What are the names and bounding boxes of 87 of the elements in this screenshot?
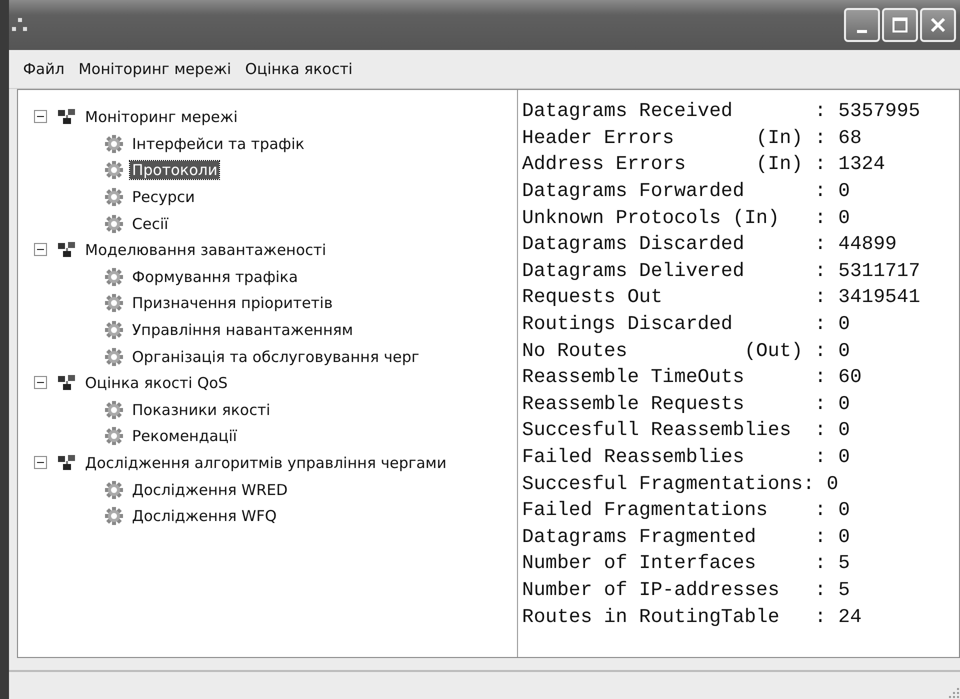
tree-item[interactable]: Дослідження WRED	[130, 480, 290, 499]
gear-icon	[104, 187, 124, 208]
stat-label: Address Errors (In) :	[522, 153, 826, 176]
stat-value: 5357995	[838, 100, 920, 122]
collapse-icon[interactable]	[34, 456, 47, 469]
gear-icon	[104, 480, 124, 500]
network-icon	[57, 241, 77, 260]
tree-item[interactable]: Дослідження алгоритмів управління чергами	[83, 454, 449, 472]
network-icon	[11, 18, 29, 32]
menu-item[interactable]: Оцінка якості	[245, 60, 353, 78]
tree-item[interactable]: Ресурси	[130, 188, 197, 206]
stat-value: 5	[838, 578, 850, 601]
stat-label: Reassemble TimeOuts :	[522, 366, 826, 388]
maximize-button[interactable]	[882, 8, 918, 42]
tree-item[interactable]: Сесії	[130, 214, 170, 233]
stat-label: Datagrams Fragmented :	[522, 526, 826, 548]
stat-value: 1324	[838, 153, 886, 176]
stat-label: Datagrams Forwarded :	[522, 180, 826, 202]
collapse-icon[interactable]	[34, 242, 47, 256]
tree-item[interactable]: Показники якості	[130, 400, 272, 419]
gear-icon	[104, 506, 124, 526]
stat-value: 0	[838, 392, 850, 415]
network-icon	[57, 454, 77, 472]
network-icon	[57, 108, 77, 126]
stat-label: Routes in RoutingTable :	[522, 606, 826, 628]
stat-label: Succesful Fragmentations:	[522, 472, 815, 495]
stat-label: Routings Discarded :	[522, 313, 826, 336]
collapse-icon[interactable]	[34, 110, 47, 123]
minimize-button[interactable]	[844, 8, 880, 42]
stat-label: Unknown Protocols (In) :	[522, 206, 826, 229]
gear-icon	[104, 266, 124, 287]
tree-item[interactable]: Моделювання завантаженості	[83, 241, 328, 260]
collapse-icon[interactable]	[34, 376, 47, 389]
stat-value: 0	[838, 419, 850, 442]
stat-value: 0	[838, 313, 850, 336]
stat-value: 0	[838, 180, 850, 202]
stat-label: Failed Reassemblies :	[522, 446, 826, 468]
stat-label: Number of IP-addresses :	[522, 578, 826, 601]
tree-item[interactable]: Інтерфейси та трафік	[130, 134, 306, 153]
minimize-icon	[857, 30, 867, 32]
network-icon	[57, 374, 77, 392]
menu-item[interactable]: Файл	[23, 60, 64, 78]
tree-item[interactable]: Оцінка якості QoS	[83, 374, 230, 392]
stat-value: 44899	[838, 233, 897, 256]
gear-icon	[104, 346, 124, 367]
tree-item[interactable]: Дослідження WFQ	[130, 507, 279, 526]
stat-label: Requests Out :	[522, 286, 826, 308]
gear-icon	[104, 293, 124, 314]
gear-icon	[104, 214, 124, 234]
gear-icon	[104, 160, 124, 180]
stat-label: No Routes (Out) :	[522, 340, 826, 362]
stat-label: Failed Fragmentations :	[522, 499, 826, 522]
tree-item[interactable]: Організація та обслуговування черг	[130, 348, 422, 366]
tree-item[interactable]: Рекомендації	[130, 427, 239, 446]
stat-value: 5	[838, 552, 850, 574]
stat-label: Datagrams Received :	[522, 100, 826, 122]
gear-icon	[104, 134, 124, 154]
stat-value: 0	[838, 526, 850, 548]
stat-label: Succesfull Reassemblies :	[522, 419, 826, 442]
stat-value: 0	[838, 206, 850, 229]
gear-icon	[104, 320, 124, 340]
resize-grip-icon	[948, 687, 960, 699]
stat-label: Number of Interfaces :	[522, 552, 826, 574]
stat-value: 60	[838, 366, 862, 388]
tree-item[interactable]: Призначення пріоритетів	[130, 294, 335, 312]
close-button[interactable]	[920, 8, 956, 42]
stat-value: 0	[838, 499, 850, 522]
maximize-icon	[892, 17, 908, 33]
stat-label: Reassemble Requests :	[522, 392, 826, 415]
stat-label: Datagrams Discarded :	[522, 233, 826, 256]
stat-label: Header Errors (In) :	[522, 126, 826, 149]
stat-value: 24	[838, 606, 862, 628]
close-icon	[930, 17, 946, 33]
tree-item[interactable]: Моніторинг мережі	[83, 108, 240, 126]
tree-item[interactable]: Формування трафіка	[130, 268, 300, 286]
gear-icon	[104, 400, 124, 420]
stat-value: 0	[838, 340, 850, 362]
stat-label: Datagrams Delivered :	[522, 260, 826, 282]
stat-value: 5311717	[838, 260, 920, 282]
stat-value: 0	[826, 472, 838, 495]
tree-item[interactable]: Протоколи	[130, 161, 220, 180]
menu-item[interactable]: Моніторинг мережі	[78, 60, 232, 78]
stat-value: 3419541	[838, 286, 920, 308]
stat-value: 68	[838, 126, 862, 149]
gear-icon	[104, 426, 124, 446]
tree-item[interactable]: Управління навантаженням	[130, 321, 356, 340]
stat-value: 0	[838, 446, 850, 468]
